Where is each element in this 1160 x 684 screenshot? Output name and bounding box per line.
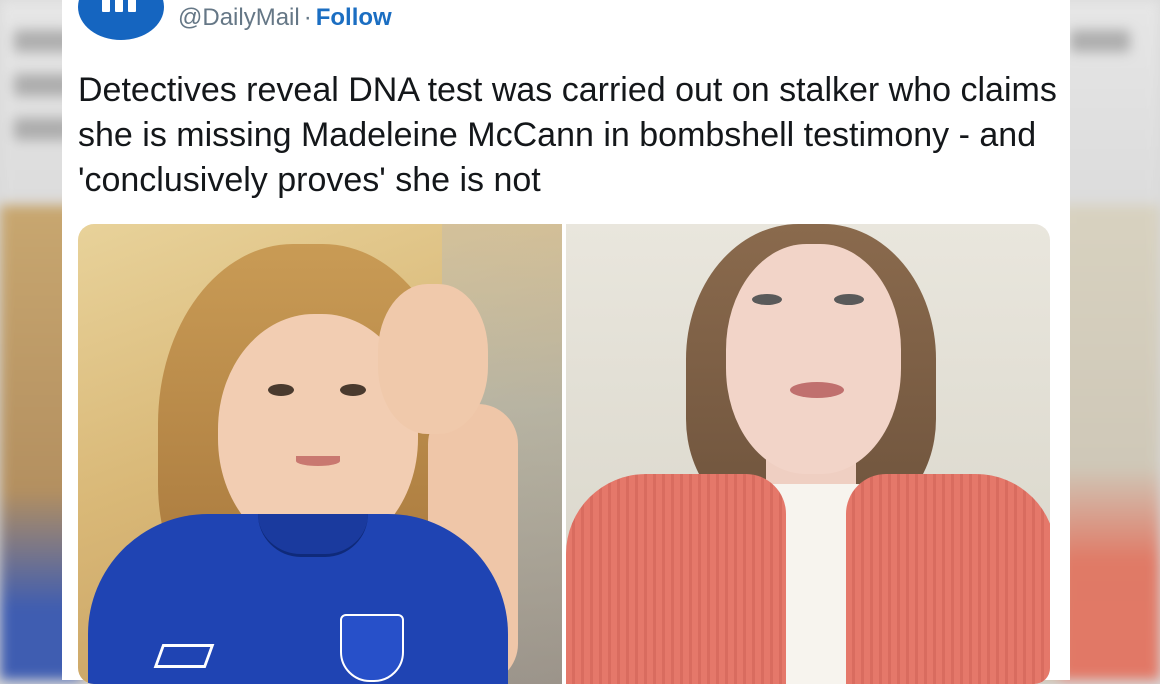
woman-left-eye	[752, 294, 782, 305]
tweet-media[interactable]	[78, 224, 1050, 684]
media-photo-woman[interactable]	[566, 224, 1050, 684]
header-separator: ·	[303, 4, 312, 31]
coral-cardigan-right	[846, 474, 1050, 684]
media-photo-girl[interactable]	[78, 224, 562, 684]
shirt-brand-logo	[153, 644, 215, 668]
avatar-logo-glyph	[102, 0, 140, 12]
club-crest-icon	[340, 614, 404, 682]
follow-button[interactable]: Follow	[316, 4, 392, 31]
woman-face	[726, 244, 901, 474]
girl-left-eye	[268, 384, 294, 396]
daily-mail-avatar-icon[interactable]	[78, 0, 164, 40]
tweet-card: @DailyMail · Follow Detectives reveal DNA …	[62, 0, 1070, 684]
account-handle[interactable]: @DailyMail	[178, 4, 300, 31]
girl-hand	[378, 284, 488, 434]
blurred-text-right	[1070, 30, 1130, 74]
tweet-header: @DailyMail · Follow	[178, 4, 392, 32]
coral-cardigan-left	[566, 474, 786, 684]
tweet-text: Detectives reveal DNA test was carried o…	[78, 71, 1057, 199]
woman-lips	[790, 382, 844, 398]
blurred-photo-right	[1060, 205, 1160, 680]
girl-right-eye	[340, 384, 366, 396]
woman-right-eye	[834, 294, 864, 305]
girl-mouth	[296, 456, 340, 466]
